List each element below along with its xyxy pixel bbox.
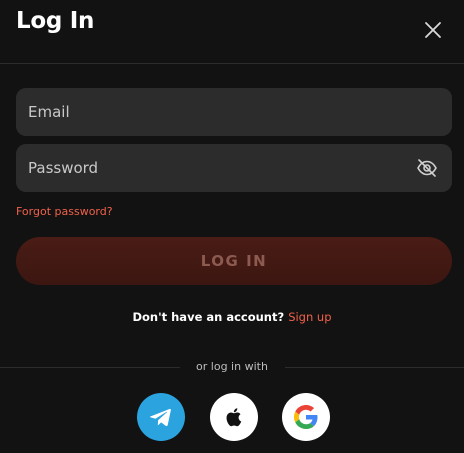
password-field[interactable] [28, 159, 440, 177]
divider-line-right [285, 367, 464, 368]
header-divider [0, 63, 464, 64]
telegram-login-button[interactable] [137, 393, 185, 441]
apple-icon [226, 408, 242, 427]
email-field-container[interactable] [16, 88, 452, 136]
eye-off-icon [417, 159, 437, 177]
google-icon [294, 405, 318, 429]
close-icon [425, 22, 441, 38]
apple-login-button[interactable] [210, 393, 258, 441]
telegram-icon [149, 408, 171, 427]
signup-row: Don't have an account? Sign up [0, 310, 464, 324]
signup-link[interactable]: Sign up [288, 310, 331, 324]
login-button[interactable]: LOG IN [16, 237, 452, 285]
forgot-password-link[interactable]: Forgot password? [16, 205, 113, 218]
modal-title: Log In [16, 8, 95, 34]
close-button[interactable] [422, 19, 444, 41]
email-field[interactable] [28, 103, 440, 121]
signup-prompt: Don't have an account? [132, 310, 285, 324]
social-divider: or log in with [0, 360, 464, 376]
login-modal: Log In Forgot password? LOG IN Don't hav… [0, 0, 464, 453]
password-field-container[interactable] [16, 144, 452, 192]
google-login-button[interactable] [282, 393, 330, 441]
toggle-password-visibility-button[interactable] [416, 157, 438, 179]
